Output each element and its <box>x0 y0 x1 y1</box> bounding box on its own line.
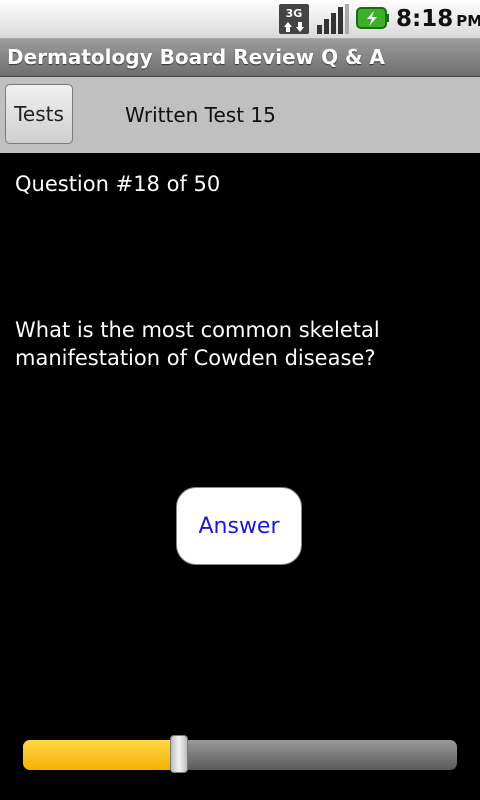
app-title: Dermatology Board Review Q & A <box>7 45 385 69</box>
3g-data-icon: 3G <box>279 4 309 34</box>
clock-ampm: PM <box>456 12 480 30</box>
network-type-label: 3G <box>286 7 303 20</box>
tests-button[interactable]: Tests <box>5 84 73 144</box>
app-title-bar: Dermatology Board Review Q & A <box>0 39 480 77</box>
answer-button[interactable]: Answer <box>176 487 302 565</box>
question-text: What is the most common skeletal manifes… <box>15 318 380 370</box>
test-name: Written Test 15 <box>125 103 276 127</box>
question-progress-slider[interactable] <box>23 735 457 773</box>
signal-strength-icon <box>317 4 349 34</box>
question-number: Question #18 of 50 <box>15 172 221 196</box>
slider-track[interactable] <box>23 740 457 770</box>
test-toolbar: Tests Written Test 15 <box>0 77 480 153</box>
slider-thumb[interactable] <box>170 735 189 773</box>
battery-charging-icon <box>356 7 389 29</box>
status-bar: 3G 8:18 PM <box>0 0 480 39</box>
slider-fill <box>23 740 180 770</box>
clock-time: 8:18 <box>396 6 454 32</box>
clock: 8:18 PM <box>396 4 480 34</box>
